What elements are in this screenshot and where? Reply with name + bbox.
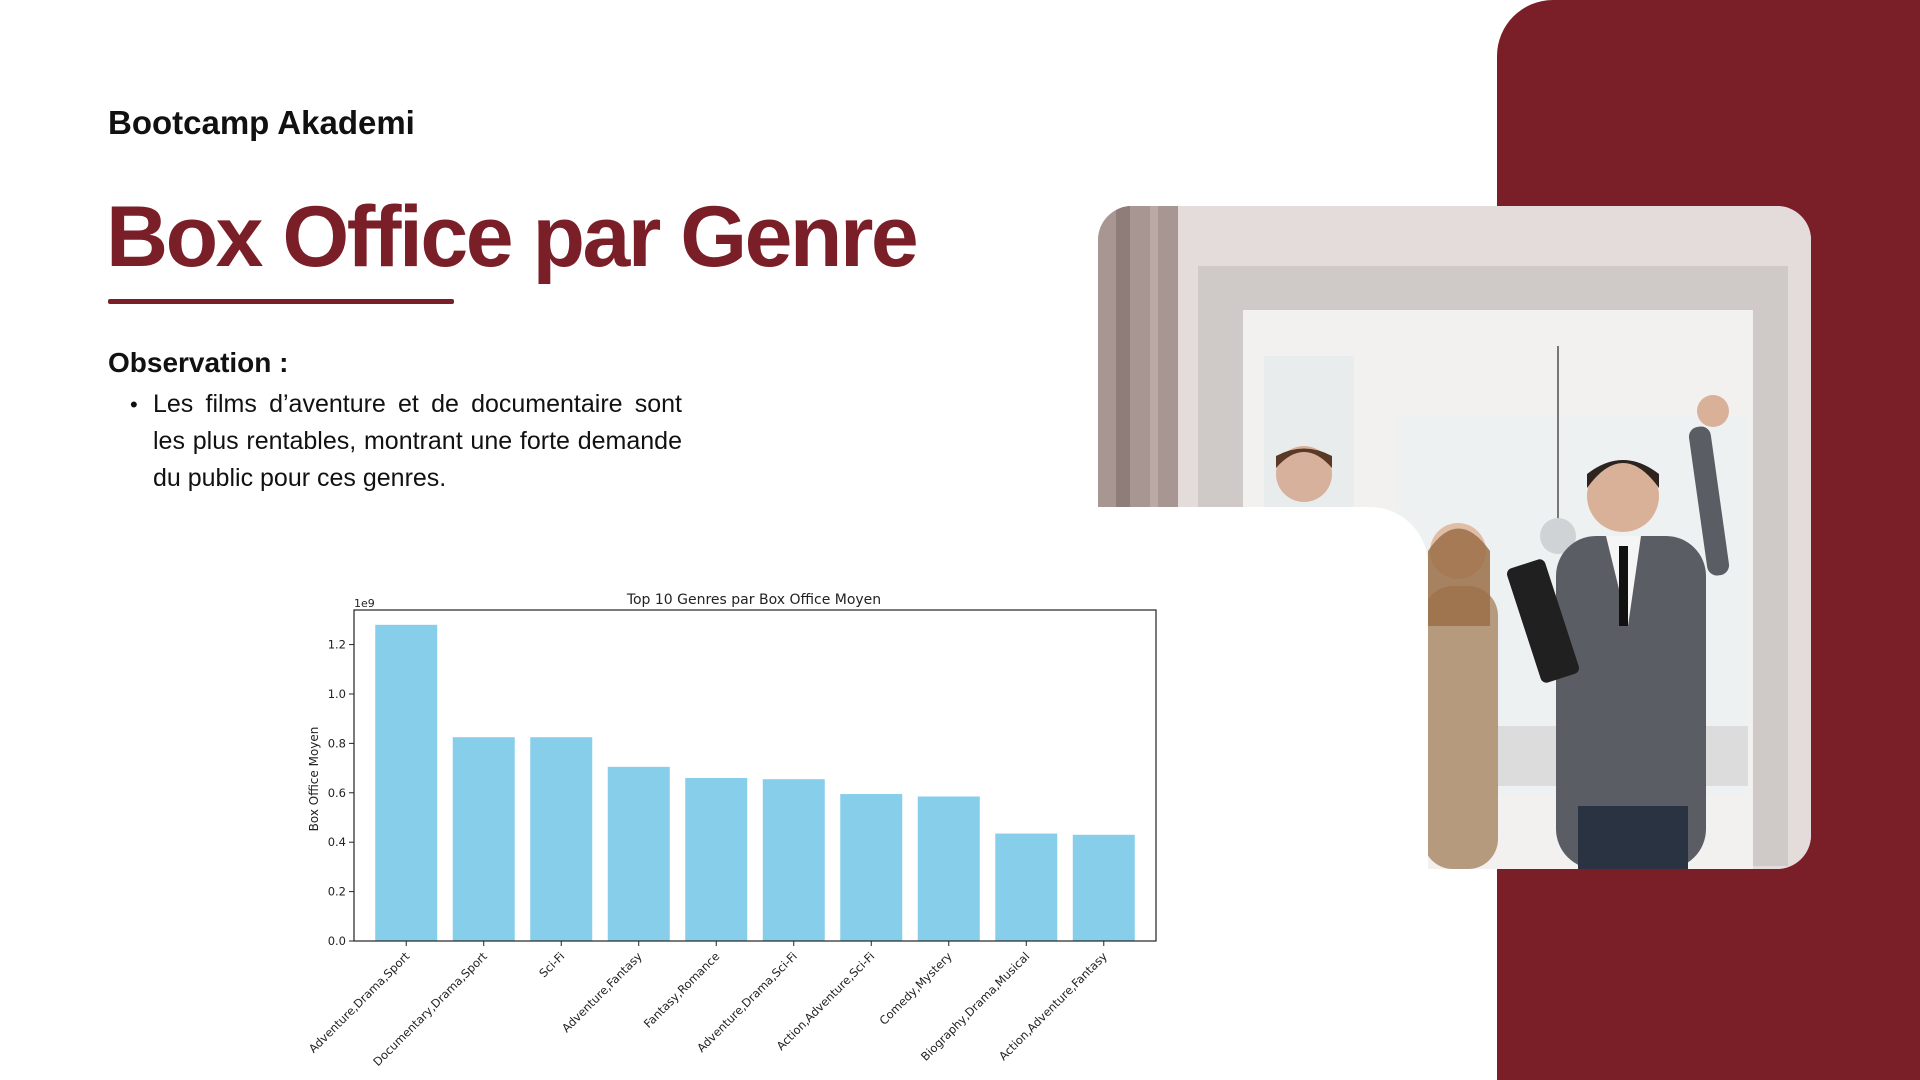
y-tick-label: 0.6: [328, 786, 346, 800]
bar-3: [530, 737, 593, 941]
bar-10: [1072, 834, 1135, 941]
x-tick-label: Adventure,Fantasy: [559, 949, 645, 1035]
bar-2: [452, 737, 515, 941]
x-tick-label: Sci-Fi: [536, 949, 567, 980]
bullet-icon: •: [130, 392, 138, 417]
y-tick-label: 0.2: [328, 885, 346, 899]
bar-1: [375, 624, 438, 941]
brand-name: Bootcamp Akademi: [108, 104, 415, 141]
title-underline: [108, 299, 454, 304]
bar-9: [995, 833, 1058, 941]
y-tick-label: 0.0: [328, 934, 346, 948]
observation-list: • Les films d’aventure et de documentair…: [130, 386, 682, 497]
bar-6: [762, 779, 825, 941]
observation-text: Les films d’aventure et de documentaire …: [153, 390, 682, 492]
x-tick-label: Fantasy,Romance: [641, 949, 723, 1031]
x-tick-label: Comedy,Mystery: [876, 949, 955, 1028]
observation-item: • Les films d’aventure et de documentair…: [130, 386, 682, 497]
chart-canvas: Top 10 Genres par Box Office Moyen 1e9 B…: [306, 592, 1157, 1069]
observation-heading: Observation :: [108, 347, 289, 378]
y-tick-label: 1.2: [328, 638, 346, 652]
y-tick-label: 0.8: [328, 736, 346, 750]
x-ticks-group: Adventure,Drama,SportDocumentary,Drama,S…: [306, 941, 1110, 1069]
y-axis-offset-label: 1e9: [354, 597, 375, 610]
y-ticks-group: 0.0 0.2 0.4 0.6 0.8 1.0 1.2: [328, 638, 354, 948]
page-title: Box Office par Genre: [106, 189, 919, 285]
bar-4: [607, 766, 670, 941]
y-tick-label: 1.0: [328, 687, 346, 701]
y-tick-label: 0.4: [328, 835, 346, 849]
bar-8: [917, 796, 980, 941]
bars-group: [375, 624, 1135, 941]
bar-5: [685, 777, 748, 941]
bar-7: [840, 794, 903, 941]
chart-title: Top 10 Genres par Box Office Moyen: [626, 592, 881, 608]
y-axis-label: Box Office Moyen: [307, 727, 321, 832]
bar-chart: Top 10 Genres par Box Office Moyen 1e9 B…: [290, 585, 1170, 1080]
